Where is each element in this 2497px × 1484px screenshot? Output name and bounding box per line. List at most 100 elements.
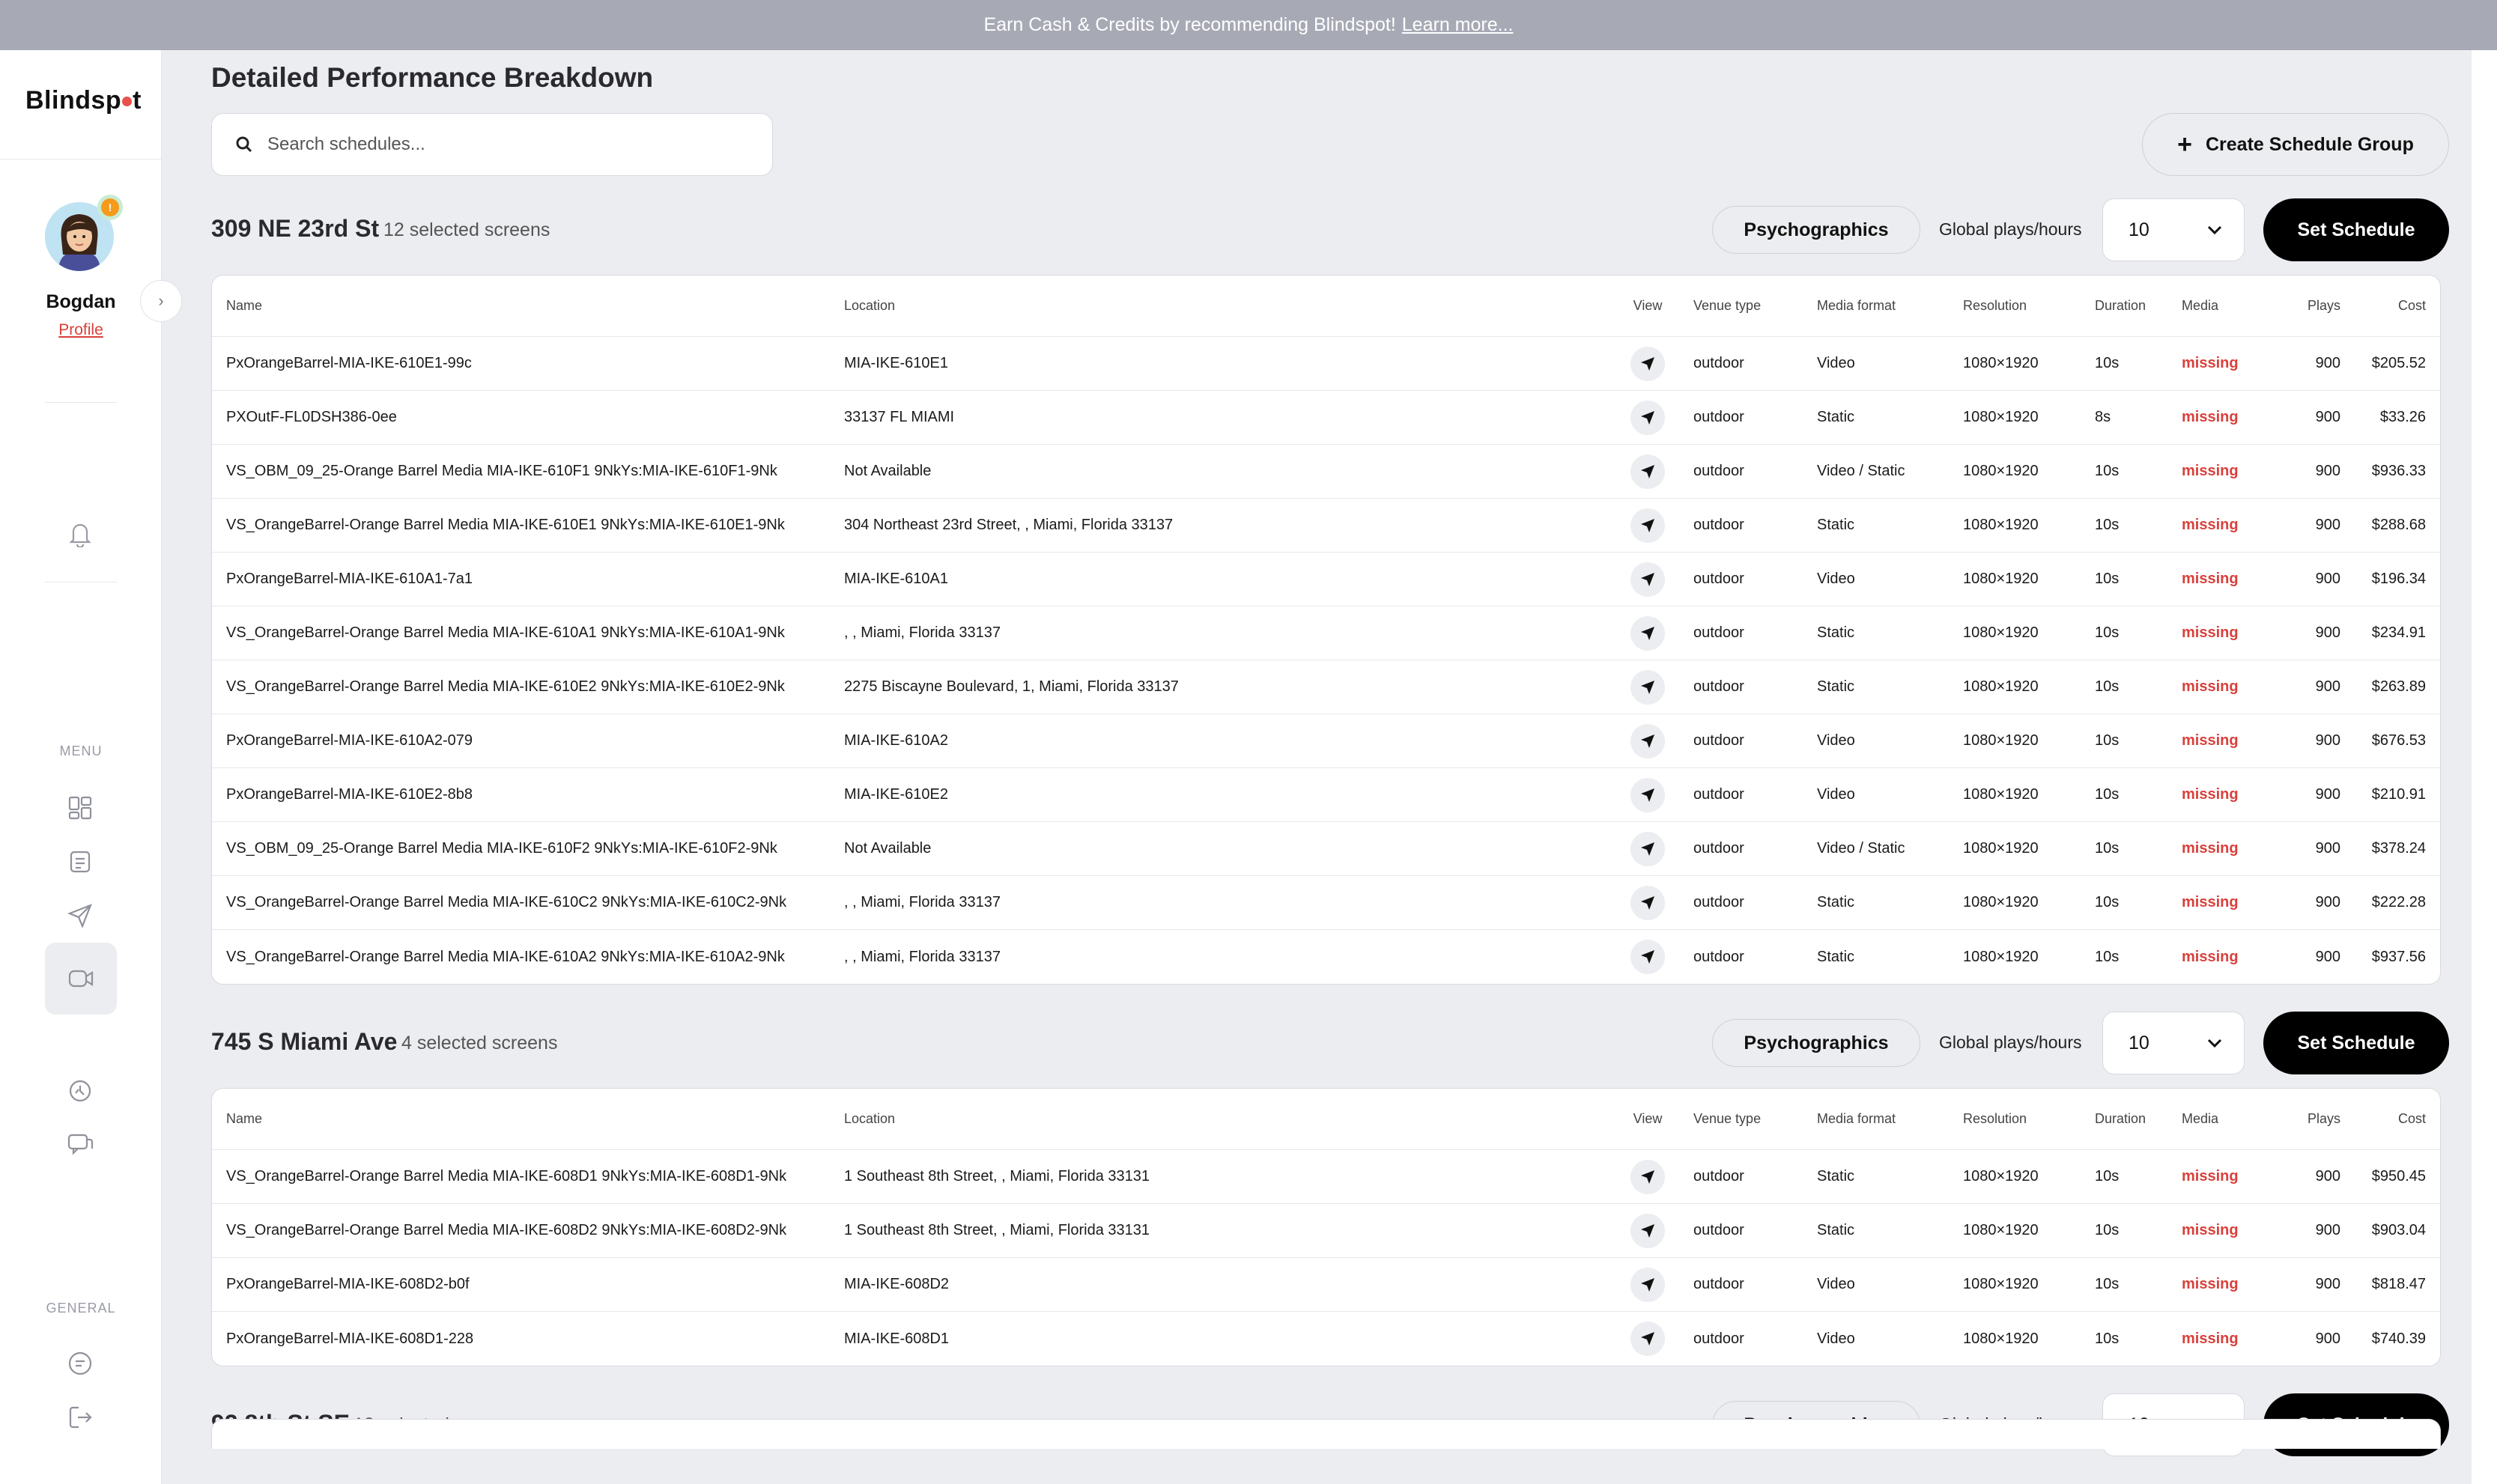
view-location-button[interactable]	[1621, 391, 1674, 444]
media-status[interactable]: missing	[2182, 768, 2239, 821]
col-header-media[interactable]: Media	[2182, 1089, 2218, 1149]
table-row[interactable]: VS_OrangeBarrel-Orange Barrel Media MIA-…	[212, 876, 2440, 930]
global-plays-select[interactable]: 10	[2102, 198, 2245, 261]
video-camera-icon[interactable]	[45, 943, 117, 1015]
media-status[interactable]: missing	[2182, 1204, 2239, 1257]
send-icon[interactable]	[62, 898, 98, 934]
table-row[interactable]: VS_OrangeBarrel-Orange Barrel Media MIA-…	[212, 1150, 2440, 1204]
col-header-cost[interactable]: Cost	[2343, 276, 2426, 336]
sidebar-collapse-button[interactable]: ›	[140, 280, 182, 322]
col-header-view[interactable]: View	[1621, 1089, 1674, 1149]
table-header-row: Name Location View Venue type Media format Re…	[212, 276, 2440, 337]
media-status[interactable]: missing	[2182, 876, 2239, 929]
create-schedule-group-button[interactable]: + Create Schedule Group	[2142, 113, 2449, 176]
search-input[interactable]	[267, 134, 717, 155]
col-header-media[interactable]: Media	[2182, 276, 2218, 336]
table-row[interactable]: PXOutF-FL0DSH386-0ee 33137 FL MIAMI outd…	[212, 391, 2440, 445]
document-icon[interactable]	[62, 844, 98, 880]
bell-icon[interactable]	[62, 516, 98, 552]
chat-bubbles-icon[interactable]	[62, 1127, 98, 1163]
psychographics-button[interactable]: Psychographics	[1712, 206, 1920, 254]
view-location-button[interactable]	[1621, 606, 1674, 660]
plays: 900	[2315, 732, 2340, 749]
cost: $378.24	[2371, 840, 2426, 857]
col-header-media-format[interactable]: Media format	[1817, 276, 1896, 336]
col-header-media-format[interactable]: Media format	[1817, 1089, 1896, 1149]
scrollbar-track[interactable]	[2472, 50, 2497, 1484]
col-header-resolution[interactable]: Resolution	[1963, 1089, 2027, 1149]
view-location-button[interactable]	[1621, 337, 1674, 390]
plays: 900	[2315, 624, 2340, 641]
col-header-location[interactable]: Location	[844, 1089, 895, 1149]
view-location-button[interactable]	[1621, 660, 1674, 714]
table-row[interactable]: VS_OrangeBarrel-Orange Barrel Media MIA-…	[212, 660, 2440, 714]
table-row[interactable]: VS_OBM_09_25-Orange Barrel Media MIA-IKE…	[212, 822, 2440, 876]
col-header-name[interactable]: Name	[226, 1089, 262, 1149]
view-location-button[interactable]	[1621, 714, 1674, 767]
media-status[interactable]: missing	[2182, 499, 2239, 552]
media-status[interactable]: missing	[2182, 1312, 2239, 1366]
media-status[interactable]: missing	[2182, 445, 2239, 498]
media-status[interactable]: missing	[2182, 714, 2239, 767]
table-row[interactable]: VS_OrangeBarrel-Orange Barrel Media MIA-…	[212, 606, 2440, 660]
media-status[interactable]: missing	[2182, 1150, 2239, 1203]
screen-location: , , Miami, Florida 33137	[844, 624, 1001, 641]
table-row[interactable]: PxOrangeBarrel-MIA-IKE-610A2-079 MIA-IKE…	[212, 714, 2440, 768]
learn-more-link[interactable]: Learn more...	[1402, 14, 1514, 36]
view-location-button[interactable]	[1621, 445, 1674, 498]
media-status[interactable]: missing	[2182, 606, 2239, 660]
view-location-button[interactable]	[1621, 876, 1674, 929]
table-row[interactable]: PxOrangeBarrel-MIA-IKE-610E2-8b8 MIA-IKE…	[212, 768, 2440, 822]
media-status[interactable]: missing	[2182, 1258, 2239, 1311]
table-row[interactable]: VS_OrangeBarrel-Orange Barrel Media MIA-…	[212, 1204, 2440, 1258]
col-header-plays[interactable]: Plays	[2263, 1089, 2340, 1149]
col-header-duration[interactable]: Duration	[2095, 1089, 2146, 1149]
col-header-resolution[interactable]: Resolution	[1963, 276, 2027, 336]
dashboard-icon[interactable]	[62, 790, 98, 826]
set-schedule-button[interactable]: Set Schedule	[2263, 198, 2449, 261]
blindspot-logo[interactable]: Blindsp t	[25, 86, 142, 115]
view-location-button[interactable]	[1621, 822, 1674, 875]
col-header-location[interactable]: Location	[844, 276, 895, 336]
table-row[interactable]: PxOrangeBarrel-MIA-IKE-608D1-228 MIA-IKE…	[212, 1312, 2440, 1366]
table-row[interactable]: PxOrangeBarrel-MIA-IKE-608D2-b0f MIA-IKE…	[212, 1258, 2440, 1312]
view-location-button[interactable]	[1621, 499, 1674, 552]
media-status[interactable]: missing	[2182, 930, 2239, 984]
psychographics-button[interactable]: Psychographics	[1712, 1019, 1920, 1067]
table-row[interactable]: VS_OrangeBarrel-Orange Barrel Media MIA-…	[212, 499, 2440, 553]
media-status[interactable]: missing	[2182, 660, 2239, 714]
view-location-button[interactable]	[1621, 1204, 1674, 1257]
media-status[interactable]: missing	[2182, 553, 2239, 606]
logout-icon[interactable]	[62, 1399, 98, 1435]
view-location-button[interactable]	[1621, 553, 1674, 606]
screen-location: 1 Southeast 8th Street, , Miami, Florida…	[844, 1168, 1150, 1185]
table-row[interactable]: PxOrangeBarrel-MIA-IKE-610A1-7a1 MIA-IKE…	[212, 553, 2440, 606]
set-schedule-button[interactable]: Set Schedule	[2263, 1012, 2449, 1074]
view-location-button[interactable]	[1621, 1258, 1674, 1311]
col-header-cost[interactable]: Cost	[2343, 1089, 2426, 1149]
table-row[interactable]: PxOrangeBarrel-MIA-IKE-610E1-99c MIA-IKE…	[212, 337, 2440, 391]
col-header-plays[interactable]: Plays	[2263, 276, 2340, 336]
view-location-button[interactable]	[1621, 930, 1674, 984]
media-format: Static	[1817, 894, 1855, 910]
message-icon[interactable]	[62, 1345, 98, 1381]
plays: 900	[2315, 571, 2340, 587]
col-header-venue-type[interactable]: Venue type	[1693, 1089, 1761, 1149]
global-plays-select[interactable]: 10	[2102, 1012, 2245, 1074]
media-status[interactable]: missing	[2182, 391, 2239, 444]
search-box[interactable]	[211, 113, 773, 176]
view-location-button[interactable]	[1621, 768, 1674, 821]
screen-location: , , Miami, Florida 33137	[844, 948, 1001, 965]
col-header-name[interactable]: Name	[226, 276, 262, 336]
col-header-view[interactable]: View	[1621, 276, 1674, 336]
col-header-duration[interactable]: Duration	[2095, 276, 2146, 336]
profile-link[interactable]: Profile	[0, 321, 162, 339]
col-header-venue-type[interactable]: Venue type	[1693, 276, 1761, 336]
view-location-button[interactable]	[1621, 1312, 1674, 1366]
table-row[interactable]: VS_OrangeBarrel-Orange Barrel Media MIA-…	[212, 930, 2440, 984]
media-status[interactable]: missing	[2182, 337, 2239, 390]
table-row[interactable]: VS_OBM_09_25-Orange Barrel Media MIA-IKE…	[212, 445, 2440, 499]
view-location-button[interactable]	[1621, 1150, 1674, 1203]
chart-circle-icon[interactable]	[62, 1073, 98, 1109]
media-status[interactable]: missing	[2182, 822, 2239, 875]
